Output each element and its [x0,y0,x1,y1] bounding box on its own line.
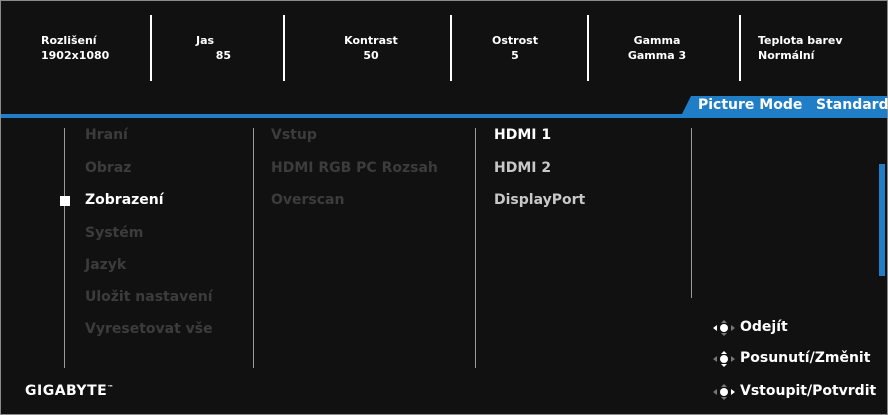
submenu-item-hdmi-rgb-range[interactable]: HDMI RGB PC Rozsah [271,160,438,176]
menu-item-display[interactable]: Zobrazení [85,192,164,208]
status-divider [587,15,589,81]
status-divider [450,15,452,81]
status-bar: Rozlišení 1902x1080 Jas 85 Kontrast 50 O… [1,1,887,91]
status-divider [150,15,152,81]
column-divider [64,128,65,368]
status-divider [739,15,741,81]
menu-item-picture[interactable]: Obraz [85,160,131,176]
status-brightness: Jas 85 [196,34,231,62]
joystick-left-icon [713,320,735,336]
column-divider [691,128,692,298]
menu-item-gaming[interactable]: Hraní [85,127,128,143]
status-gamma: Gamma Gamma 3 [627,34,687,62]
status-resolution: Rozlišení 1902x1080 [41,34,110,62]
selection-marker [60,196,70,206]
gigabyte-logo: GIGABYTE™ [25,383,114,399]
status-sharpness: Ostrost 5 [492,34,538,62]
picture-mode-label: Picture Mode [698,97,803,113]
option-hdmi-2[interactable]: HDMI 2 [494,160,551,176]
menu-item-save-settings[interactable]: Uložit nastavení [85,289,213,305]
status-divider [283,15,285,81]
column-divider [475,128,476,368]
option-displayport[interactable]: DisplayPort [494,192,585,208]
scrollbar[interactable] [879,164,885,276]
menu-item-system[interactable]: Systém [85,225,143,241]
menu-item-reset-all[interactable]: Vyresetovat vše [85,321,213,337]
submenu-item-input[interactable]: Vstup [271,127,317,143]
osd-frame: Rozlišení 1902x1080 Jas 85 Kontrast 50 O… [0,0,888,415]
status-contrast: Kontrast 50 [344,34,398,62]
joystick-updown-icon [713,351,735,367]
picture-mode-value: Standard [816,97,888,113]
menu-item-language[interactable]: Jazyk [85,257,126,273]
column-divider [253,128,254,368]
joystick-right-icon [713,384,735,400]
option-hdmi-1[interactable]: HDMI 1 [494,127,551,143]
status-color-temperature: Teplota barev Normální [758,34,843,62]
submenu-item-overscan[interactable]: Overscan [271,192,344,208]
